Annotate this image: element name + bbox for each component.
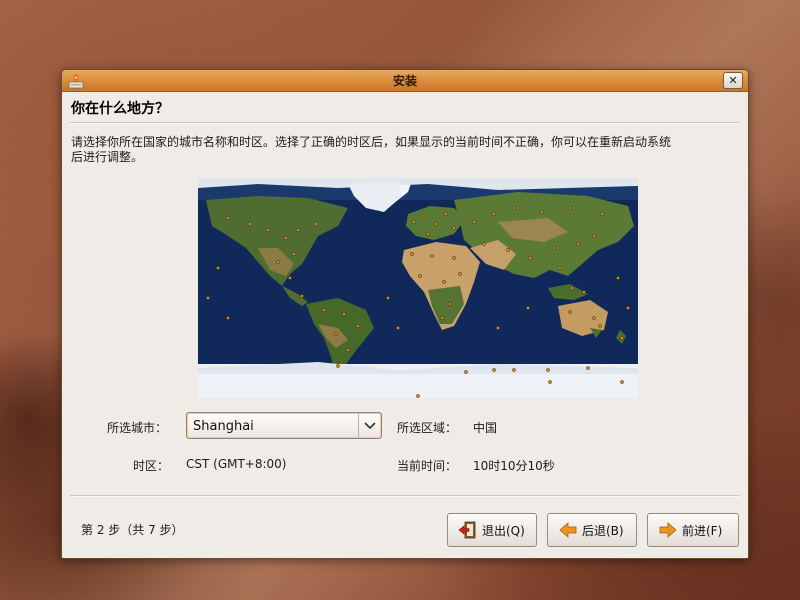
back-button-label: 后退(B) [582, 523, 624, 538]
step-indicator: 第 2 步（共 7 步） [81, 523, 184, 537]
page-title: 你在什么地方？ [71, 101, 169, 117]
divider-bottom [70, 495, 740, 497]
quit-icon [458, 520, 478, 540]
quit-button[interactable]: 退出(Q) [447, 513, 537, 547]
installer-icon [68, 73, 84, 89]
close-icon: ✕ [728, 74, 738, 87]
page-description: 请选择你所在国家的城市名称和时区。选择了正确的时区后，如果显示的当前时间不正确，… [71, 135, 672, 164]
city-combobox-value: Shanghai [193, 419, 254, 434]
selected-city-label: 所选城市： [107, 421, 168, 435]
current-time-value: 10时10分10秒 [473, 459, 555, 473]
back-button[interactable]: 后退(B) [547, 513, 637, 547]
forward-button-label: 前进(F) [682, 523, 723, 538]
arrow-right-icon [658, 520, 678, 540]
chevron-down-icon[interactable] [358, 414, 380, 437]
current-time-label: 当前时间： [397, 459, 458, 473]
selected-region-label: 所选区域： [397, 421, 458, 435]
window-title: 安装 [392, 74, 417, 88]
timezone-map[interactable] [198, 178, 638, 398]
forward-button[interactable]: 前进(F) [647, 513, 739, 547]
timezone-value: CST (GMT+8:00) [186, 457, 287, 471]
close-button[interactable]: ✕ [723, 72, 743, 89]
quit-button-label: 退出(Q) [482, 523, 525, 538]
selected-region-value: 中国 [473, 421, 498, 435]
divider-top [70, 122, 740, 124]
installer-window: 安装 ✕ 你在什么地方？ 请选择你所在国家的城市名称和时区。选择了正确的时区后，… [61, 69, 749, 559]
city-combobox[interactable]: Shanghai [186, 412, 382, 439]
arrow-left-icon [558, 520, 578, 540]
titlebar[interactable]: 安装 ✕ [62, 70, 748, 92]
timezone-label: 时区： [133, 459, 170, 473]
